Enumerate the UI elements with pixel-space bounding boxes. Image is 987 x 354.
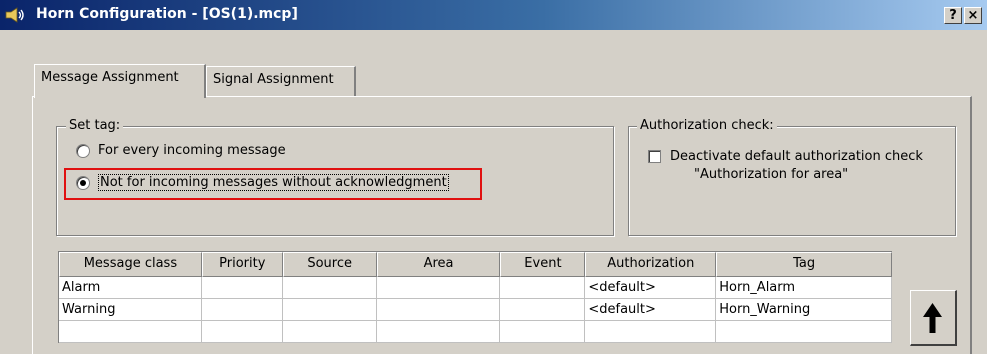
message-class-table: Message class Priority Source Area Event… bbox=[58, 251, 892, 343]
table-row[interactable] bbox=[59, 321, 892, 343]
title-bar[interactable]: Horn Configuration - [OS(1).mcp] ? × bbox=[0, 0, 987, 30]
radio-label-every: For every incoming message bbox=[98, 143, 286, 158]
help-button[interactable]: ? bbox=[944, 7, 962, 24]
cell-authorization[interactable]: <default> bbox=[585, 277, 717, 299]
column-header-source[interactable]: Source bbox=[282, 252, 377, 277]
column-header-event[interactable]: Event bbox=[500, 252, 586, 277]
table-row[interactable]: Warning <default> Horn_Warning bbox=[59, 299, 892, 321]
horn-configuration-window: Horn Configuration - [OS(1).mcp] ? × Mes… bbox=[0, 0, 987, 354]
cell-source[interactable] bbox=[282, 299, 377, 321]
move-up-button[interactable] bbox=[910, 290, 957, 346]
table-header: Message class Priority Source Area Event… bbox=[59, 252, 892, 277]
cell-message-class[interactable]: Alarm bbox=[59, 277, 202, 299]
highlight-box bbox=[64, 168, 482, 200]
set-tag-legend: Set tag: bbox=[66, 118, 124, 133]
cell-area[interactable] bbox=[376, 277, 501, 299]
column-header-authorization[interactable]: Authorization bbox=[585, 252, 717, 277]
column-header-priority[interactable]: Priority bbox=[201, 252, 283, 277]
cell-event[interactable] bbox=[500, 321, 586, 343]
cell-event[interactable] bbox=[500, 299, 586, 321]
cell-event[interactable] bbox=[500, 277, 586, 299]
arrow-up-icon bbox=[923, 303, 942, 333]
cell-source[interactable] bbox=[282, 321, 377, 343]
radio-button-unchecked[interactable] bbox=[76, 143, 90, 158]
horn-speaker-icon bbox=[5, 7, 24, 23]
cell-area[interactable] bbox=[376, 321, 501, 343]
cell-source[interactable] bbox=[282, 277, 377, 299]
tab-message-assignment[interactable]: Message Assignment bbox=[34, 64, 206, 98]
radio-every-incoming-message[interactable]: For every incoming message bbox=[76, 143, 286, 158]
deactivate-authorization-label-line1: Deactivate default authorization check bbox=[670, 149, 923, 164]
cell-priority[interactable] bbox=[201, 299, 283, 321]
cell-tag[interactable]: Horn_Alarm bbox=[716, 277, 892, 299]
window-title: Horn Configuration - [OS(1).mcp] bbox=[36, 6, 298, 22]
deactivate-authorization-label-line2: "Authorization for area" bbox=[694, 167, 849, 182]
cell-tag[interactable] bbox=[716, 321, 892, 343]
cell-priority[interactable] bbox=[201, 321, 283, 343]
cell-message-class[interactable]: Warning bbox=[59, 299, 202, 321]
cell-area[interactable] bbox=[376, 299, 501, 321]
cell-tag[interactable]: Horn_Warning bbox=[716, 299, 892, 321]
column-header-area[interactable]: Area bbox=[376, 252, 501, 277]
cell-authorization[interactable] bbox=[585, 321, 717, 343]
column-header-tag[interactable]: Tag bbox=[716, 252, 892, 277]
deactivate-authorization-checkbox[interactable] bbox=[648, 150, 661, 163]
cell-priority[interactable] bbox=[201, 277, 283, 299]
table-row[interactable]: Alarm <default> Horn_Alarm bbox=[59, 277, 892, 299]
cell-message-class[interactable] bbox=[59, 321, 202, 343]
tab-signal-assignment[interactable]: Signal Assignment bbox=[206, 66, 356, 96]
column-header-message-class[interactable]: Message class bbox=[59, 252, 202, 277]
authorization-check-legend: Authorization check: bbox=[637, 118, 777, 133]
cell-authorization[interactable]: <default> bbox=[585, 299, 717, 321]
close-button[interactable]: × bbox=[964, 7, 982, 24]
